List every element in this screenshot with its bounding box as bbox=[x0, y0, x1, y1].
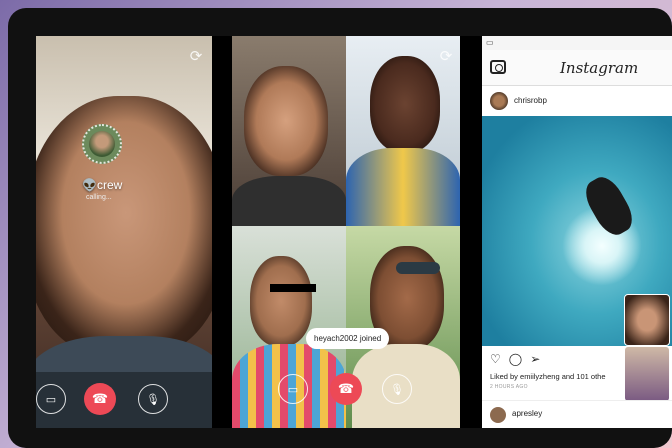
participant-body bbox=[232, 176, 346, 226]
video-icon: ▭ bbox=[287, 383, 299, 396]
post-actions: ♡ ◯ ➢ bbox=[490, 352, 540, 366]
share-icon[interactable]: ➢ bbox=[530, 352, 540, 366]
tablet-screen: ⟳ 👽crew calling... ▭ ☎ 🎙 ⟳ heyach2002 jo… bbox=[36, 36, 672, 428]
caller-name-row: 👽crew bbox=[82, 178, 122, 192]
status-bar: ▭ bbox=[482, 36, 672, 50]
phone-instagram: ▭ Instagram chrisrobp ♡ ◯ ➢ Liked by emi… bbox=[482, 36, 672, 428]
pip-video-participant[interactable] bbox=[624, 346, 670, 402]
sunglasses bbox=[396, 262, 440, 274]
instagram-logo: Instagram bbox=[560, 59, 639, 77]
video-toggle-button[interactable]: ▭ bbox=[278, 374, 308, 404]
avatar[interactable] bbox=[490, 92, 508, 110]
mic-toggle-button[interactable]: 🎙 bbox=[138, 384, 168, 414]
end-call-icon: ☎ bbox=[91, 391, 109, 406]
camera-icon[interactable] bbox=[490, 60, 506, 74]
next-post-username[interactable]: apresley bbox=[512, 409, 542, 418]
tablet-frame: ⟳ 👽crew calling... ▭ ☎ 🎙 ⟳ heyach2002 jo… bbox=[8, 8, 672, 448]
alien-emoji: 👽 bbox=[82, 178, 97, 192]
phone-group-call: ⟳ heyach2002 joined ▭ ☎ 🎙 bbox=[232, 36, 460, 428]
mic-icon: 🎙 bbox=[146, 393, 160, 406]
video-icon: ▭ bbox=[486, 38, 494, 47]
likes-text: Liked by emiilyzheng and 101 othe bbox=[490, 372, 606, 381]
post-timestamp: 2 HOURS AGO bbox=[490, 384, 528, 390]
end-call-button[interactable]: ☎ bbox=[330, 373, 362, 405]
video-toggle-button[interactable]: ▭ bbox=[36, 384, 66, 414]
participant-face bbox=[250, 256, 312, 346]
video-icon: ▭ bbox=[45, 393, 57, 406]
participant-face bbox=[370, 56, 440, 152]
call-controls: ▭ ☎ 🎙 bbox=[36, 372, 212, 428]
next-post-header[interactable]: apresley bbox=[482, 400, 672, 428]
mic-icon: 🎙 bbox=[390, 383, 404, 396]
join-toast: heyach2002 joined bbox=[306, 328, 390, 349]
participant-tile bbox=[232, 36, 346, 226]
self-video bbox=[36, 96, 212, 356]
post-username[interactable]: chrisrobp bbox=[514, 96, 547, 105]
group-avatar bbox=[82, 124, 122, 164]
end-call-button[interactable]: ☎ bbox=[84, 383, 116, 415]
comment-icon[interactable]: ◯ bbox=[509, 352, 522, 366]
participant-face bbox=[244, 66, 328, 176]
end-call-icon: ☎ bbox=[337, 381, 355, 396]
caller-name: crew bbox=[96, 178, 123, 192]
call-status: calling... bbox=[86, 194, 112, 201]
redaction-bar bbox=[270, 284, 316, 292]
flip-camera-icon[interactable]: ⟳ bbox=[436, 46, 456, 66]
participant-tile: ⟳ bbox=[346, 36, 460, 226]
heart-icon[interactable]: ♡ bbox=[490, 352, 501, 366]
phone-calling: ⟳ 👽crew calling... ▭ ☎ 🎙 bbox=[36, 36, 212, 428]
post-header[interactable]: chrisrobp bbox=[482, 86, 672, 116]
pip-video-self[interactable] bbox=[624, 294, 670, 346]
mic-toggle-button[interactable]: 🎙 bbox=[382, 374, 412, 404]
avatar[interactable] bbox=[490, 407, 506, 423]
participant-body bbox=[346, 148, 460, 226]
ig-header: Instagram bbox=[482, 50, 672, 86]
flip-camera-icon[interactable]: ⟳ bbox=[186, 46, 206, 66]
